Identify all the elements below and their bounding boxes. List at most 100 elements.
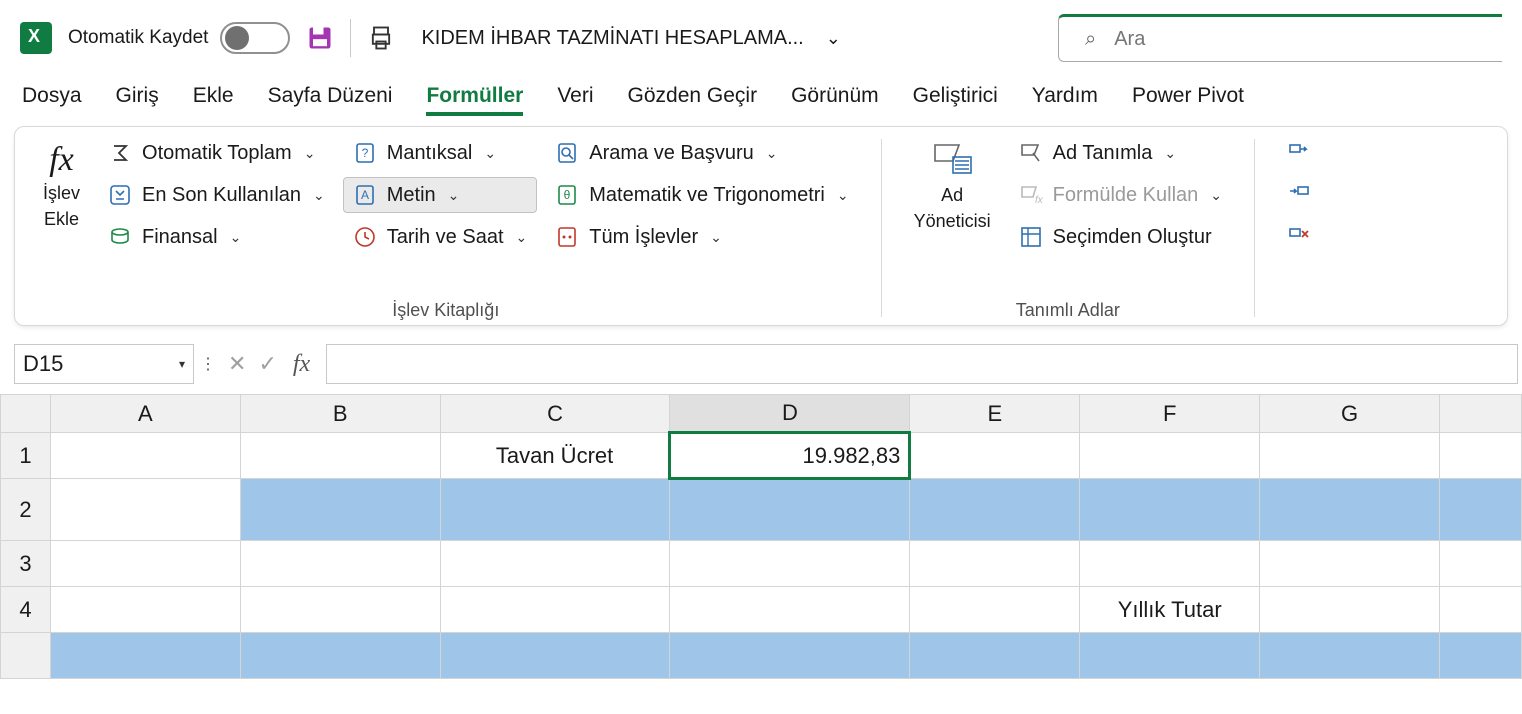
- cell-H2[interactable]: [1439, 479, 1521, 541]
- text-button[interactable]: A Metin ⌄: [343, 177, 537, 213]
- col-A[interactable]: A: [50, 395, 240, 433]
- save-icon[interactable]: [306, 24, 334, 52]
- cell-D3[interactable]: [670, 541, 910, 587]
- insert-function-button[interactable]: fx İşlev Ekle: [33, 135, 90, 236]
- cell-F4[interactable]: Yıllık Tutar: [1080, 587, 1260, 633]
- datetime-button[interactable]: Tarih ve Saat ⌄: [343, 219, 537, 255]
- logical-button[interactable]: ? Mantıksal ⌄: [343, 135, 537, 171]
- cell-F5[interactable]: [1080, 633, 1260, 679]
- insert-function-label-2: Ekle: [44, 209, 79, 231]
- spreadsheet-grid[interactable]: A B C D E F G 1 Tavan Ücret 19.982,83 2 …: [0, 394, 1522, 679]
- cell-E4[interactable]: [910, 587, 1080, 633]
- row-3[interactable]: 3: [1, 541, 51, 587]
- cell-B1[interactable]: [240, 433, 440, 479]
- cell-E2[interactable]: [910, 479, 1080, 541]
- recent-button[interactable]: En Son Kullanılan ⌄: [98, 177, 335, 213]
- cell-A1[interactable]: [50, 433, 240, 479]
- more-functions-label: Tüm İşlevler: [589, 226, 698, 249]
- tab-veri[interactable]: Veri: [557, 84, 593, 116]
- cell-A5[interactable]: [50, 633, 240, 679]
- chevron-down-icon: ⌄: [230, 229, 242, 246]
- cell-C1[interactable]: Tavan Ücret: [440, 433, 670, 479]
- row-1[interactable]: 1: [1, 433, 51, 479]
- col-G[interactable]: G: [1260, 395, 1440, 433]
- financial-button[interactable]: Finansal ⌄: [98, 219, 335, 255]
- cell-E1[interactable]: [910, 433, 1080, 479]
- cell-C4[interactable]: [440, 587, 670, 633]
- cell-B3[interactable]: [240, 541, 440, 587]
- col-C[interactable]: C: [440, 395, 670, 433]
- search-box[interactable]: ⌕: [1058, 14, 1502, 62]
- tab-power-pivot[interactable]: Power Pivot: [1132, 84, 1244, 116]
- tab-gelistirici[interactable]: Geliştirici: [913, 84, 998, 116]
- cell-G1[interactable]: [1260, 433, 1440, 479]
- trace-precedents-button[interactable]: [1277, 135, 1321, 171]
- logical-label: Mantıksal: [387, 142, 473, 165]
- lookup-button[interactable]: Arama ve Başvuru ⌄: [545, 135, 858, 171]
- cell-G5[interactable]: [1260, 633, 1440, 679]
- cell-E3[interactable]: [910, 541, 1080, 587]
- cell-A3[interactable]: [50, 541, 240, 587]
- tab-dosya[interactable]: Dosya: [22, 84, 82, 116]
- trace-dependents-button[interactable]: [1277, 177, 1321, 213]
- fbar-dots[interactable]: ⋮: [194, 354, 222, 374]
- cell-H4[interactable]: [1439, 587, 1521, 633]
- create-from-selection-button[interactable]: Seçimden Oluştur: [1009, 219, 1232, 255]
- cell-H3[interactable]: [1439, 541, 1521, 587]
- name-manager-button[interactable]: Ad Yöneticisi: [904, 135, 1001, 238]
- cell-G4[interactable]: [1260, 587, 1440, 633]
- print-icon[interactable]: [367, 23, 395, 53]
- col-E[interactable]: E: [910, 395, 1080, 433]
- cell-H1[interactable]: [1439, 433, 1521, 479]
- tab-ekle[interactable]: Ekle: [193, 84, 234, 116]
- cell-G2[interactable]: [1260, 479, 1440, 541]
- formula-input[interactable]: [326, 344, 1518, 384]
- col-D[interactable]: D: [670, 395, 910, 433]
- cell-D4[interactable]: [670, 587, 910, 633]
- chevron-down-icon[interactable]: ▾: [179, 357, 185, 371]
- math-button[interactable]: θ Matematik ve Trigonometri ⌄: [545, 177, 858, 213]
- name-box[interactable]: D15 ▾: [14, 344, 194, 384]
- tab-yardim[interactable]: Yardım: [1032, 84, 1098, 116]
- cell-D2[interactable]: [670, 479, 910, 541]
- cell-E5[interactable]: [910, 633, 1080, 679]
- autosave-toggle[interactable]: [220, 22, 290, 54]
- remove-arrows-button[interactable]: [1277, 219, 1321, 255]
- cell-D5[interactable]: [670, 633, 910, 679]
- autosum-button[interactable]: Otomatik Toplam ⌄: [98, 135, 335, 171]
- tab-gozden-gecir[interactable]: Gözden Geçir: [628, 84, 758, 116]
- cell-F3[interactable]: [1080, 541, 1260, 587]
- cell-B2[interactable]: [240, 479, 440, 541]
- financial-label: Finansal: [142, 226, 218, 249]
- tab-sayfa-duzeni[interactable]: Sayfa Düzeni: [268, 84, 393, 116]
- row-2[interactable]: 2: [1, 479, 51, 541]
- row-4[interactable]: 4: [1, 587, 51, 633]
- search-input[interactable]: [1114, 28, 1476, 51]
- col-B[interactable]: B: [240, 395, 440, 433]
- cell-B5[interactable]: [240, 633, 440, 679]
- row-5[interactable]: [1, 633, 51, 679]
- cell-F2[interactable]: [1080, 479, 1260, 541]
- cell-D1[interactable]: 19.982,83: [670, 433, 910, 479]
- filename[interactable]: KIDEM İHBAR TAZMİNATI HESAPLAMA...: [421, 27, 803, 50]
- cell-C3[interactable]: [440, 541, 670, 587]
- define-name-button[interactable]: Ad Tanımla ⌄: [1009, 135, 1232, 171]
- tab-gorunum[interactable]: Görünüm: [791, 84, 879, 116]
- cell-G3[interactable]: [1260, 541, 1440, 587]
- cell-F1[interactable]: [1080, 433, 1260, 479]
- col-F[interactable]: F: [1080, 395, 1260, 433]
- select-all-corner[interactable]: [1, 395, 51, 433]
- chevron-down-icon[interactable]: ⌄: [826, 28, 841, 49]
- col-H[interactable]: [1439, 395, 1521, 433]
- cell-H5[interactable]: [1439, 633, 1521, 679]
- cell-A4[interactable]: [50, 587, 240, 633]
- tab-formuller[interactable]: Formüller: [426, 84, 523, 116]
- cell-B4[interactable]: [240, 587, 440, 633]
- tab-giris[interactable]: Giriş: [116, 84, 159, 116]
- cell-C5[interactable]: [440, 633, 670, 679]
- fx-icon[interactable]: fx: [283, 351, 320, 378]
- autosave: Otomatik Kaydet: [68, 22, 290, 54]
- cell-C2[interactable]: [440, 479, 670, 541]
- more-functions-button[interactable]: Tüm İşlevler ⌄: [545, 219, 858, 255]
- cell-A2[interactable]: [50, 479, 240, 541]
